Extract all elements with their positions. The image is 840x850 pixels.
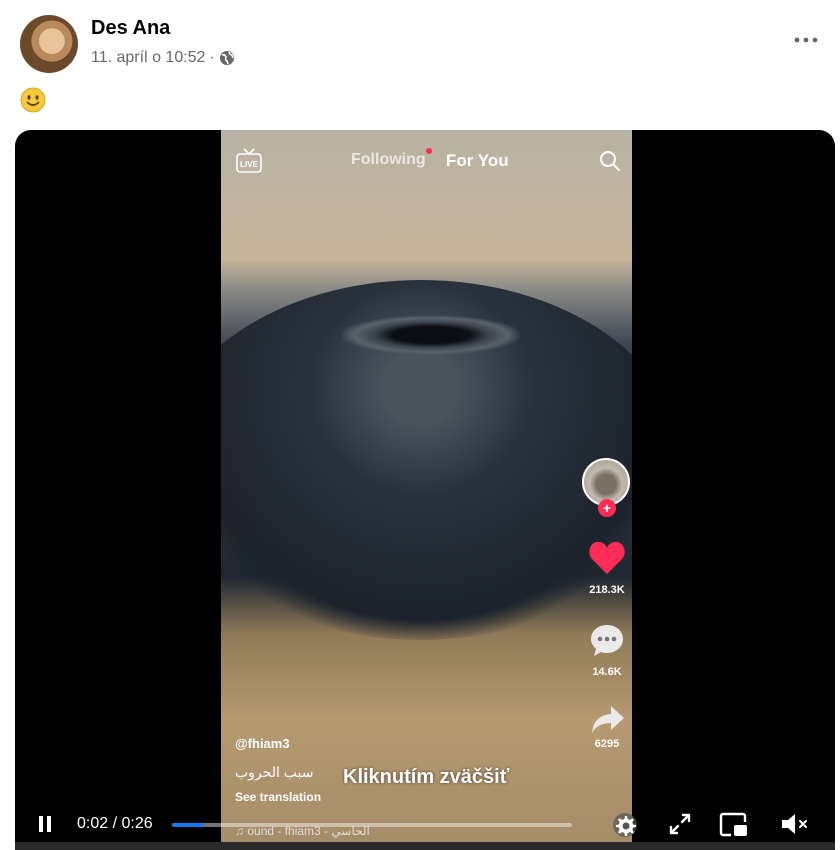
post-meta: 11. apríl o 10:52 · (91, 49, 235, 67)
progress-bar[interactable] (172, 823, 572, 827)
meta-separator: · (209, 49, 215, 66)
likes-count: 218.3K (589, 584, 625, 596)
progress-fill (172, 823, 203, 827)
see-translation-link[interactable]: See translation (235, 790, 321, 804)
creator-username[interactable]: @fhiam3 (235, 736, 290, 751)
globe-icon[interactable] (219, 50, 235, 66)
fullscreen-icon[interactable] (667, 811, 693, 837)
tiktok-top-bar: LIVE Following For You (221, 148, 632, 173)
video-caption: سبب الحروب (235, 764, 314, 780)
video-bottom-strip (15, 842, 835, 850)
tab-following[interactable]: Following (351, 151, 426, 169)
water-vortex (341, 315, 521, 355)
notification-dot (426, 148, 432, 154)
gear-icon[interactable] (611, 811, 639, 839)
post-header: Des Ana 11. apríl o 10:52 · (0, 0, 840, 120)
muted-speaker-icon[interactable] (779, 811, 811, 837)
pause-icon[interactable] (37, 815, 53, 833)
author-avatar[interactable] (20, 15, 78, 73)
search-icon[interactable] (599, 150, 621, 172)
more-options-button[interactable] (790, 28, 822, 52)
video-frame: LIVE Following For You + 218.3K 14.6K 62… (221, 130, 632, 850)
live-label: LIVE (240, 160, 258, 169)
click-to-enlarge-hint[interactable]: Kliknutím zväčšiť (343, 766, 509, 789)
follow-plus-icon[interactable]: + (598, 499, 616, 517)
shares-count: 6295 (594, 738, 620, 750)
comment-icon[interactable] (589, 622, 625, 658)
post-date[interactable]: 11. apríl o 10:52 (91, 49, 205, 67)
live-icon: LIVE (236, 148, 262, 173)
slightly-smiling-face-emoji (20, 87, 46, 113)
comments-count: 14.6K (592, 666, 622, 678)
playback-time: 0:02 / 0:26 (77, 815, 153, 832)
heart-icon[interactable] (588, 540, 626, 576)
author-name[interactable]: Des Ana (91, 17, 170, 40)
share-icon[interactable] (591, 704, 625, 736)
video-player[interactable]: LIVE Following For You + 218.3K 14.6K 62… (15, 130, 835, 850)
player-controls: 0:02 / 0:26 (15, 806, 835, 842)
picture-in-picture-icon[interactable] (719, 811, 749, 839)
more-horizontal-icon (794, 37, 818, 43)
tab-for-you[interactable]: For You (446, 151, 509, 171)
